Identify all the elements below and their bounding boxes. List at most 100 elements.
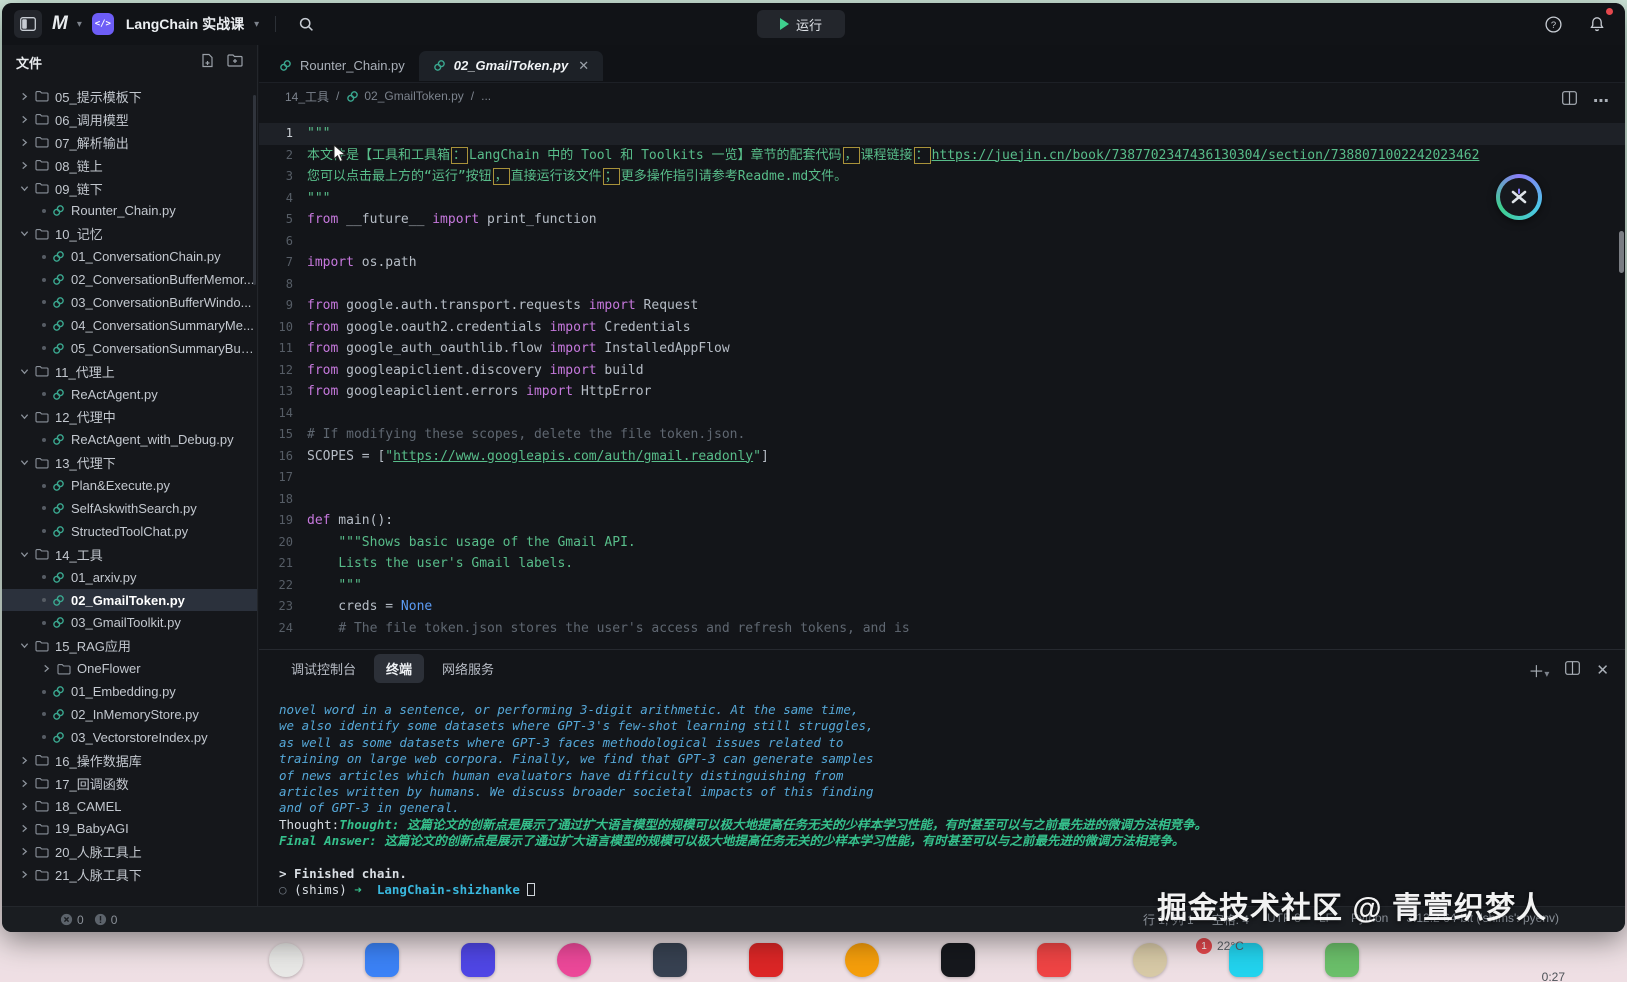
ai-assistant-button[interactable] [1496,174,1542,220]
code-line-21[interactable]: 21 Lists the user's Gmail labels. [259,553,1625,575]
tree-folder-21_人脉工具下[interactable]: 21_人脉工具下 [2,863,257,886]
taskbar-app-icon[interactable] [365,943,399,977]
taskbar-app-icon[interactable] [941,943,975,977]
status-item[interactable]: Python [1351,911,1388,928]
tree-file-01_arxiv.py[interactable]: 01_arxiv.py [2,566,257,589]
tree-file-SelfAskwithSearch.py[interactable]: SelfAskwithSearch.py [2,497,257,520]
tree-folder-08_链上[interactable]: 08_链上 [2,154,257,177]
tree-folder-18_CAMEL[interactable]: 18_CAMEL [2,795,257,818]
editor-tab-Rounter_Chain.py[interactable]: Rounter_Chain.py [265,51,419,81]
tree-file-ReActAgent_with_Debug.py[interactable]: ReActAgent_with_Debug.py [2,428,257,451]
tree-folder-OneFlower[interactable]: OneFlower [2,657,257,680]
tree-file-03_ConversationBufferWindo...[interactable]: 03_ConversationBufferWindo... [2,291,257,314]
code-line-11[interactable]: 11from google_auth_oauthlib.flow import … [259,338,1625,360]
tree-file-Rounter_Chain.py[interactable]: Rounter_Chain.py [2,199,257,222]
code-line-19[interactable]: 19def main(): [259,510,1625,532]
code-editor[interactable]: 1"""2本文件是【工具和工具箱：LangChain 中的 Tool 和 Too… [259,109,1625,646]
tree-folder-09_链下[interactable]: 09_链下 [2,177,257,200]
code-line-16[interactable]: 16SCOPES = ["https://www.googleapis.com/… [259,446,1625,468]
code-line-13[interactable]: 13from googleapiclient.errors import Htt… [259,381,1625,403]
code-line-7[interactable]: 7import os.path [259,252,1625,274]
editor-scrollbar[interactable] [1619,231,1624,273]
run-button[interactable]: 运行 [757,10,845,38]
search-button[interactable] [292,10,320,38]
taskbar-app-icon[interactable] [1037,943,1071,977]
new-file-button[interactable] [200,53,215,71]
taskbar-app-icon[interactable] [461,943,495,977]
breadcrumb-item[interactable]: ... [481,89,491,103]
code-line-9[interactable]: 9from google.auth.transport.requests imp… [259,295,1625,317]
tree-folder-07_解析输出[interactable]: 07_解析输出 [2,131,257,154]
editor-tab-02_GmailToken.py[interactable]: 02_GmailToken.py✕ [419,51,603,81]
split-editor-button[interactable] [1562,91,1577,111]
status-item[interactable]: LF [1319,911,1333,928]
tree-folder-16_操作数据库[interactable]: 16_操作数据库 [2,749,257,772]
tree-file-03_GmailToolkit.py[interactable]: 03_GmailToolkit.py [2,611,257,634]
terminal-dropdown-icon[interactable]: ▾ [1544,669,1549,680]
more-actions-button[interactable]: ⋯ [1593,91,1609,111]
code-line-2[interactable]: 2本文件是【工具和工具箱：LangChain 中的 Tool 和 Toolkit… [259,145,1625,167]
tree-folder-12_代理中[interactable]: 12_代理中 [2,405,257,428]
toggle-sidebar-button[interactable] [14,10,42,38]
tree-folder-15_RAG应用[interactable]: 15_RAG应用 [2,634,257,657]
tree-folder-17_回调函数[interactable]: 17_回调函数 [2,772,257,795]
code-line-1[interactable]: 1""" [259,123,1625,145]
tree-folder-06_调用模型[interactable]: 06_调用模型 [2,108,257,131]
tree-file-02_GmailToken.py[interactable]: 02_GmailToken.py [2,589,257,612]
app-logo[interactable]: M [52,13,67,35]
code-line-5[interactable]: 5from __future__ import print_function [259,209,1625,231]
taskbar-weather[interactable]: 1 22°C [1196,938,1244,954]
close-tab-icon[interactable]: ✕ [578,58,589,74]
tree-file-03_VectorstoreIndex.py[interactable]: 03_VectorstoreIndex.py [2,726,257,749]
taskbar-app-icon[interactable] [1325,943,1359,977]
code-line-8[interactable]: 8 [259,274,1625,296]
code-line-22[interactable]: 22 """ [259,575,1625,597]
code-line-15[interactable]: 15# If modifying these scopes, delete th… [259,424,1625,446]
help-button[interactable]: ? [1539,10,1567,38]
tree-file-02_ConversationBufferMemor...[interactable]: 02_ConversationBufferMemor... [2,268,257,291]
tree-file-StructedToolChat.py[interactable]: StructedToolChat.py [2,520,257,543]
status-item[interactable]: 3.12.2 64-bit ('shims': pyenv) [1406,911,1559,928]
breadcrumb-item[interactable]: 14_工具 [285,88,329,105]
code-line-10[interactable]: 10from google.oauth2.credentials import … [259,317,1625,339]
tree-folder-05_提示模板下[interactable]: 05_提示模板下 [2,85,257,108]
taskbar-app-icon[interactable] [653,943,687,977]
tree-folder-19_BabyAGI[interactable]: 19_BabyAGI [2,818,257,841]
errors-indicator[interactable]: 0 [60,913,84,927]
code-line-14[interactable]: 14 [259,403,1625,425]
new-terminal-button[interactable]: ＋▾ [1528,658,1549,682]
taskbar-app-icon[interactable] [557,943,591,977]
tree-file-05_ConversationSummaryBuff...[interactable]: 05_ConversationSummaryBuff... [2,337,257,360]
breadcrumb-item[interactable]: 02_GmailToken.py [346,89,463,103]
close-panel-button[interactable]: ✕ [1596,661,1609,679]
tree-folder-11_代理上[interactable]: 11_代理上 [2,360,257,383]
code-line-24[interactable]: 24 # The file token.json stores the user… [259,618,1625,640]
panel-tab-调试控制台[interactable]: 调试控制台 [279,654,368,683]
tree-file-04_ConversationSummaryMe...[interactable]: 04_ConversationSummaryMe... [2,314,257,337]
taskbar-app-icon[interactable] [749,943,783,977]
status-item[interactable]: 空格: 4 [1212,911,1249,928]
code-line-18[interactable]: 18 [259,489,1625,511]
tree-file-01_ConversationChain.py[interactable]: 01_ConversationChain.py [2,245,257,268]
code-line-6[interactable]: 6 [259,231,1625,253]
chevron-down-icon[interactable]: ▾ [77,19,82,30]
tree-file-01_Embedding.py[interactable]: 01_Embedding.py [2,680,257,703]
warnings-indicator[interactable]: 0 [94,913,118,927]
project-chevron-icon[interactable]: ▾ [254,19,259,30]
split-terminal-button[interactable] [1565,661,1580,680]
taskbar-clock[interactable]: 0:27 [1542,970,1565,982]
status-item[interactable]: UTF-8 [1267,911,1301,928]
tree-folder-20_人脉工具上[interactable]: 20_人脉工具上 [2,840,257,863]
code-line-20[interactable]: 20 """Shows basic usage of the Gmail API… [259,532,1625,554]
new-folder-button[interactable] [227,53,243,71]
notifications-button[interactable] [1583,10,1611,38]
taskbar-app-icon[interactable] [1133,943,1167,977]
status-item[interactable]: 行 1, 列 1 [1143,911,1194,928]
project-name[interactable]: LangChain 实战课 [126,14,244,34]
tree-folder-14_工具[interactable]: 14_工具 [2,543,257,566]
tree-file-ReActAgent.py[interactable]: ReActAgent.py [2,383,257,406]
code-line-4[interactable]: 4""" [259,188,1625,210]
taskbar-app-icon[interactable] [845,943,879,977]
code-line-3[interactable]: 3您可以点击最上方的“运行”按钮，直接运行该文件；更多操作指引请参考Readme… [259,166,1625,188]
code-line-12[interactable]: 12from googleapiclient.discovery import … [259,360,1625,382]
